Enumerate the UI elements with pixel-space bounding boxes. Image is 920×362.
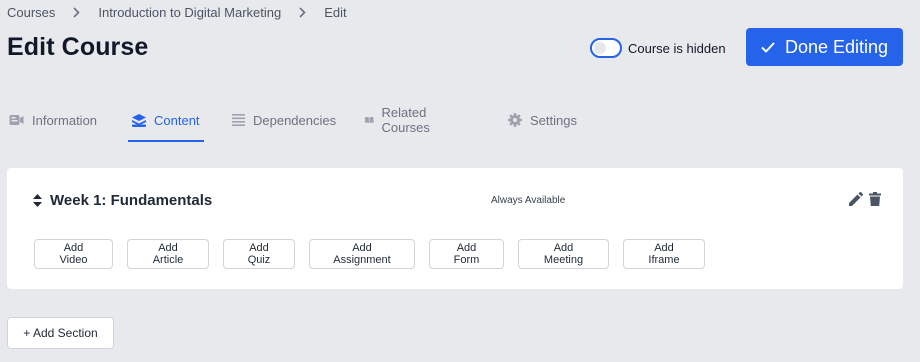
layers-icon: [132, 113, 146, 127]
add-iframe-button[interactable]: Add Iframe: [623, 239, 705, 269]
breadcrumb: Courses Introduction to Digital Marketin…: [7, 5, 347, 20]
add-content-buttons: Add Video Add Article Add Quiz Add Assig…: [34, 239, 719, 269]
gear-icon: [508, 113, 522, 127]
breadcrumb-courses[interactable]: Courses: [7, 5, 55, 20]
section-title: Week 1: Fundamentals: [50, 192, 213, 209]
add-section-button[interactable]: + Add Section: [7, 317, 114, 349]
section-actions: [843, 192, 881, 206]
availability-status: Always Available: [491, 195, 566, 206]
add-meeting-button[interactable]: Add Meeting: [518, 239, 609, 269]
check-icon: [761, 41, 775, 53]
tab-dependencies[interactable]: Dependencies: [232, 100, 336, 140]
course-visibility-toggle[interactable]: [590, 38, 622, 58]
breadcrumb-edit: Edit: [324, 5, 347, 20]
list-icon: [232, 114, 245, 126]
tab-label: Settings: [530, 112, 577, 128]
tab-label: Information: [32, 112, 98, 128]
tab-content[interactable]: Content: [128, 100, 204, 142]
add-video-button[interactable]: Add Video: [34, 239, 113, 269]
chevron-right-icon: [73, 7, 81, 18]
tab-related-courses[interactable]: Related Courses: [365, 100, 436, 140]
trash-icon[interactable]: [869, 192, 881, 206]
add-form-button[interactable]: Add Form: [429, 239, 504, 269]
sort-handle-icon[interactable]: [33, 194, 42, 207]
page-title: Edit Course: [7, 33, 149, 61]
breadcrumb-course-name[interactable]: Introduction to Digital Marketing: [98, 5, 281, 20]
book-open-icon: [365, 117, 374, 124]
course-visibility-label: Course is hidden: [628, 40, 726, 56]
add-quiz-button[interactable]: Add Quiz: [223, 239, 295, 269]
course-visibility-toggle-group: Course is hidden: [590, 38, 726, 58]
add-article-button[interactable]: Add Article: [127, 239, 209, 269]
video-card-icon: [9, 115, 24, 125]
chevron-right-icon: [299, 7, 306, 18]
pencil-icon[interactable]: [849, 192, 863, 206]
section-header: Week 1: Fundamentals: [33, 192, 212, 209]
tab-settings[interactable]: Settings: [508, 100, 577, 140]
done-editing-button[interactable]: Done Editing: [746, 28, 903, 66]
toggle-knob: [594, 42, 606, 54]
tab-label: Related Courses: [381, 105, 430, 135]
tab-label: Dependencies: [253, 112, 337, 128]
add-assignment-button[interactable]: Add Assignment: [309, 239, 415, 269]
tab-label: Content: [154, 112, 200, 128]
tab-information[interactable]: Information: [9, 100, 97, 140]
section-card: Week 1: Fundamentals Always Available Ad…: [7, 168, 903, 289]
done-editing-label: Done Editing: [784, 36, 889, 57]
